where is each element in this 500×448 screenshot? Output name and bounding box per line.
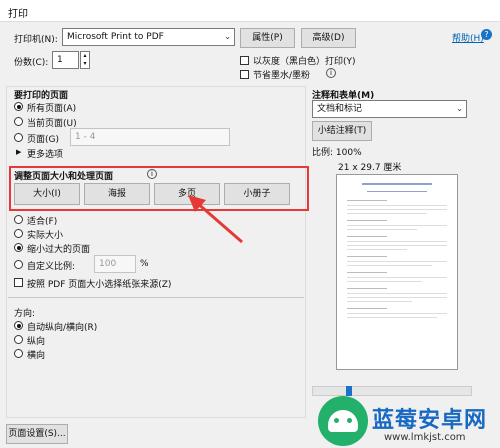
title-bar: 打印 <box>0 0 500 22</box>
custom-scale-value: 100 <box>99 259 117 269</box>
copies-value: 1 <box>57 55 63 65</box>
sizing-title: 调整页面大小和处理页面 <box>14 172 114 182</box>
poster-button[interactable]: 海报 <box>84 183 150 205</box>
properties-button[interactable]: 属性(P) <box>240 28 295 48</box>
info-icon: i <box>326 68 336 78</box>
summarize-comments-button[interactable]: 小结注释(T) <box>312 121 372 141</box>
auto-orientation-radio[interactable] <box>14 321 23 330</box>
grayscale-checkbox[interactable] <box>240 56 249 65</box>
printer-label: 打印机(N): <box>14 35 58 45</box>
watermark-text: 蓝莓安卓网 <box>372 408 488 433</box>
watermark-logo <box>318 396 368 446</box>
help-icon[interactable]: ? <box>481 29 492 40</box>
fit-radio[interactable] <box>14 215 23 224</box>
copies-label: 份数(C): <box>14 58 49 68</box>
auto-orientation-label: 自动纵向/横向(R) <box>27 323 98 333</box>
custom-scale-label: 自定义比例: <box>27 262 76 272</box>
actual-size-label: 实际大小 <box>27 231 64 241</box>
page-range-label: 页面(G) <box>27 135 59 145</box>
page-range-value: 1 - 4 <box>75 132 96 142</box>
preview-scrollbar[interactable] <box>312 386 472 396</box>
fit-label: 适合(F) <box>27 217 58 227</box>
page-range-input[interactable]: 1 - 4 <box>70 128 230 146</box>
page-setup-button[interactable]: 页面设置(S)... <box>6 424 68 444</box>
landscape-radio[interactable] <box>14 349 23 358</box>
current-page-radio[interactable] <box>14 117 23 126</box>
grayscale-label: 以灰度（黑白色）打印(Y) <box>253 57 356 67</box>
save-ink-checkbox[interactable] <box>240 70 249 79</box>
actual-size-radio[interactable] <box>14 229 23 238</box>
orientation-title: 方向: <box>14 309 36 319</box>
preview-scroll-thumb[interactable] <box>346 386 352 396</box>
all-pages-radio[interactable] <box>14 102 23 111</box>
copies-input[interactable]: 1 <box>52 51 79 69</box>
help-link[interactable]: 帮助(H) <box>452 31 484 44</box>
advanced-button[interactable]: 高级(D) <box>301 28 356 48</box>
save-ink-label: 节省墨水/墨粉 <box>253 71 311 81</box>
page-range-radio[interactable] <box>14 133 23 142</box>
comments-value: 文档和标记 <box>317 104 363 114</box>
pages-title: 要打印的页面 <box>14 91 69 101</box>
size-button[interactable]: 大小(I) <box>14 183 80 205</box>
chevron-down-icon: ⌄ <box>456 104 463 113</box>
watermark-url: www.lmkjst.com <box>384 432 466 443</box>
portrait-label: 纵向 <box>27 337 46 347</box>
paper-source-checkbox[interactable] <box>14 278 23 287</box>
paper-source-label: 按照 PDF 页面大小选择纸张来源(Z) <box>27 280 172 290</box>
printer-value: Microsoft Print to PDF <box>67 32 164 42</box>
preview-scale: 比例: 100% <box>312 148 362 158</box>
preview-page <box>336 174 458 370</box>
printer-select[interactable]: Microsoft Print to PDF ⌄ <box>62 28 235 46</box>
landscape-label: 横向 <box>27 351 46 361</box>
expand-icon[interactable]: ▶ <box>16 148 21 156</box>
preview-size: 21 x 29.7 厘米 <box>338 163 402 173</box>
percent-label: % <box>140 259 149 269</box>
annotation-arrow <box>188 195 243 244</box>
chevron-down-icon: ⌄ <box>224 32 231 41</box>
custom-scale-radio[interactable] <box>14 260 23 269</box>
all-pages-label: 所有页面(A) <box>27 104 77 114</box>
window-title: 打印 <box>8 9 28 20</box>
divider <box>8 297 304 298</box>
copies-stepper[interactable]: ▴ ▾ <box>80 51 90 69</box>
custom-scale-input[interactable]: 100 <box>94 255 136 273</box>
portrait-radio[interactable] <box>14 335 23 344</box>
shrink-label: 缩小过大的页面 <box>27 245 91 255</box>
more-options-link[interactable]: 更多选项 <box>27 147 63 160</box>
info-icon: i <box>147 169 157 179</box>
shrink-radio[interactable] <box>14 243 23 252</box>
comments-select[interactable]: 文档和标记 ⌄ <box>312 100 467 118</box>
